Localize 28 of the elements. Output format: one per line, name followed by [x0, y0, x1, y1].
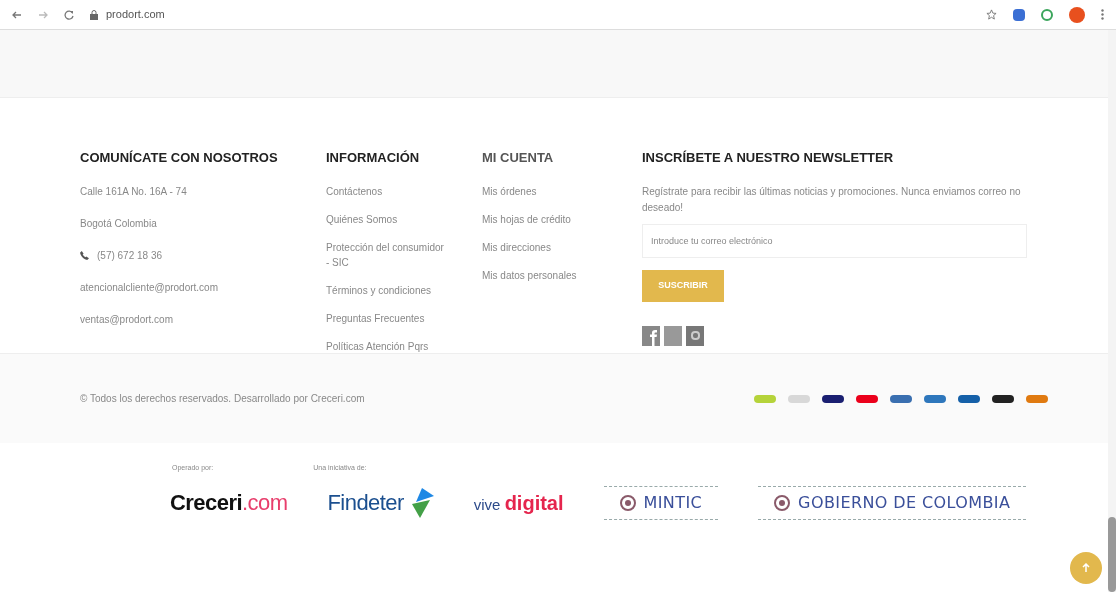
address-text: Bogotá Colombia	[80, 216, 158, 231]
column-title: INSCRÍBETE A NUESTRO NEWSLETTER	[642, 149, 895, 167]
email-link[interactable]: ventas@prodort.com	[80, 311, 326, 327]
footer-link[interactable]: Preguntas Frecuentes	[326, 310, 444, 326]
footer-link[interactable]: Mis direcciones	[482, 239, 642, 255]
footer-link[interactable]: Protección del consumidor - SIC	[326, 239, 444, 270]
phone-number: (57) 672 18 36	[97, 248, 163, 263]
copyright-text: © Todos los derechos reservados. Desarrollado por Creceri.com	[80, 392, 365, 406]
footer-link[interactable]: Mis datos personales	[482, 267, 642, 283]
logo[interactable]: vive digital	[473, 487, 564, 518]
email-field[interactable]: Introduce tu correo electrónico	[642, 223, 1027, 258]
logo[interactable]: Findeter	[327, 486, 434, 519]
column-title: INFORMACIÓN	[326, 149, 421, 167]
footer-link[interactable]: Términos y condiciones	[326, 282, 444, 298]
newsletter-text: Regístrate para recibir las últimas noticias y promociones. Nunca enviamos correo no deseado!	[642, 184, 1022, 215]
logo[interactable]: MINTIC	[603, 485, 719, 520]
address-text: Calle 161A No. 16A - 74	[80, 184, 188, 199]
logo[interactable]: Creceri.com	[170, 486, 288, 519]
column-title: MI CUENTA	[482, 149, 555, 167]
footer-link[interactable]: Políticas Atención Pqrs	[326, 338, 444, 354]
footer-link[interactable]: Mis hojas de crédito	[482, 211, 642, 227]
footer-link[interactable]: Mis órdenes	[482, 183, 642, 199]
column-title: COMUNÍCATE CON NOSOTROS	[80, 149, 279, 167]
footer-link[interactable]: Quiénes Somos	[326, 211, 444, 227]
email-link[interactable]: atencionalcliente@prodort.com	[80, 279, 326, 295]
footer-link[interactable]: Contáctenos	[326, 183, 444, 199]
logo[interactable]: GOBIERNO DE COLOMBIA	[758, 485, 1027, 520]
address-bar[interactable]: prodort.com	[90, 6, 970, 23]
